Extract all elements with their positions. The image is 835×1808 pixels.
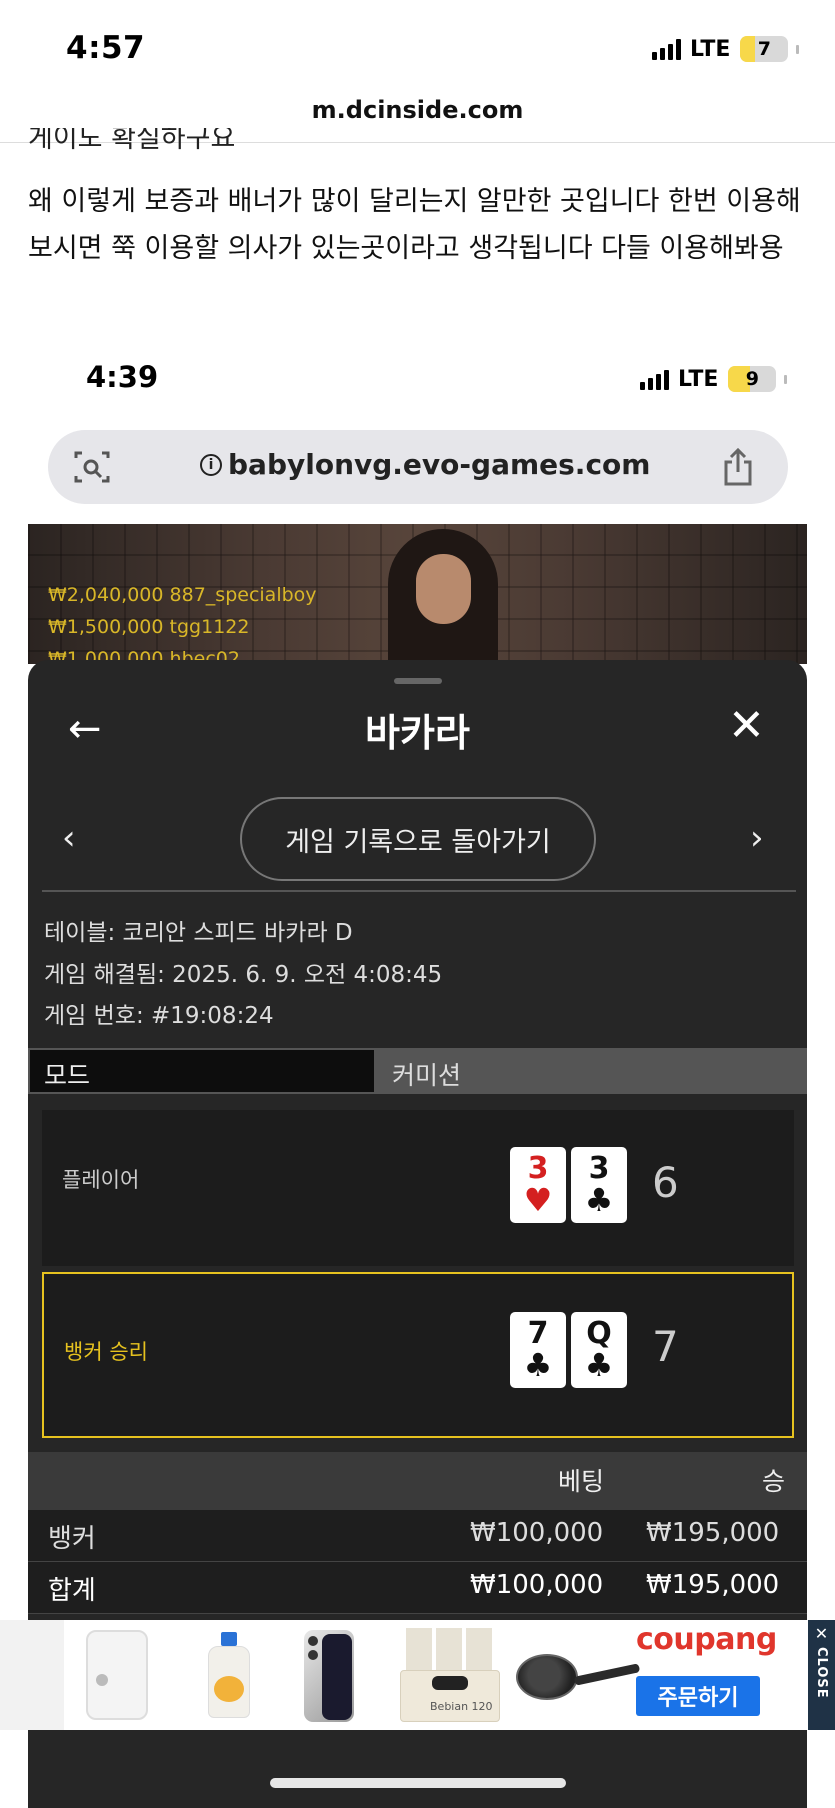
- status-time: 4:57: [66, 30, 146, 66]
- bet-column-header: 베팅: [558, 1467, 605, 1496]
- post-body-text: 왜 이렇게 보증과 배너가 많이 달리는지 알만한 곳입니다 한번 이용해보시면…: [28, 186, 801, 264]
- info-icon: i: [200, 453, 222, 476]
- panel-title: 바카라: [365, 711, 470, 755]
- embedded-battery-icon: 9: [728, 366, 777, 392]
- product-fridge-image: [86, 1630, 148, 1720]
- banker-card-2: Q ♣: [571, 1312, 627, 1388]
- back-to-history-button[interactable]: 게임 기록으로 돌아가기: [240, 797, 596, 881]
- embedded-battery-level: 9: [745, 368, 760, 390]
- player-card-1: 3 ♥: [510, 1147, 566, 1223]
- winner-entry: ₩1,500,000 tgg1122: [48, 616, 250, 638]
- player-row: [42, 1110, 794, 1266]
- banker-row: [42, 1272, 794, 1438]
- player-label: 플레이어: [62, 1168, 140, 1192]
- winner-entry: ₩2,040,000 887_specialboy: [48, 584, 317, 606]
- banker-score: 7: [652, 1322, 679, 1371]
- live-video: ₩2,040,000 887_specialboy ₩1,500,000 tgg…: [28, 524, 807, 664]
- table-name: 테이블: 코리안 스피드 바카라 D: [44, 920, 353, 946]
- close-icon[interactable]: ✕: [728, 700, 765, 751]
- home-indicator[interactable]: [270, 1778, 566, 1788]
- order-button[interactable]: 주문하기: [636, 1676, 760, 1716]
- status-indicators: LTE 7: [652, 36, 800, 62]
- total-label: 합계: [48, 1576, 96, 1606]
- total-bet: ₩100,000: [470, 1570, 604, 1600]
- camera-search-icon[interactable]: [72, 448, 112, 486]
- divider: [42, 890, 796, 892]
- bet-type: 뱅커: [48, 1524, 96, 1554]
- embedded-signal-icon: [640, 368, 669, 390]
- post-text-fragment: 게이도 확실하구요: [28, 128, 236, 152]
- page-url[interactable]: m.dcinside.com: [0, 96, 835, 124]
- product-pan-image: [516, 1650, 646, 1706]
- embedded-status-indicators: LTE 9: [640, 366, 788, 392]
- tab-mode[interactable]: 모드: [30, 1050, 374, 1092]
- total-win: ₩195,000: [646, 1570, 780, 1600]
- win-column-header: 승: [762, 1467, 786, 1496]
- player-score: 6: [652, 1158, 679, 1207]
- tab-commission[interactable]: 커미션: [378, 1050, 806, 1092]
- banker-card-1: 7 ♣: [510, 1312, 566, 1388]
- share-icon[interactable]: [720, 446, 756, 488]
- bet-amount: ₩100,000: [470, 1518, 604, 1548]
- product-phone-image: [304, 1630, 354, 1722]
- address-text[interactable]: i babylonvg.evo-games.com: [200, 448, 650, 481]
- close-icon: ✕: [814, 1624, 829, 1643]
- game-number: 게임 번호: #19:08:24: [44, 1003, 274, 1029]
- screenshot-root: 4:57 LTE 7 m.dcinside.com 게이도 확실하구요 왜 이렇…: [0, 0, 835, 1808]
- coupang-logo: coupang: [636, 1622, 777, 1657]
- game-resolved-time: 게임 해결됨: 2025. 6. 9. 오전 4:08:45: [44, 962, 443, 988]
- player-card-2: 3 ♣: [571, 1147, 627, 1223]
- chevron-left-icon[interactable]: ‹: [62, 818, 76, 858]
- ad-close-button[interactable]: ✕ CLOSE: [808, 1620, 835, 1730]
- embedded-network-label: LTE: [678, 366, 719, 392]
- wipes-label: Bebian 120: [430, 1700, 493, 1713]
- ad-close-label: CLOSE: [814, 1647, 829, 1699]
- drag-handle[interactable]: [394, 678, 442, 684]
- embedded-status-time: 4:39: [86, 360, 159, 394]
- signal-icon: [652, 38, 681, 60]
- bets-table-header: [28, 1452, 807, 1510]
- banker-win-label: 뱅커 승리: [64, 1340, 148, 1364]
- win-amount: ₩195,000: [646, 1518, 780, 1548]
- product-detergent-image: [204, 1632, 254, 1718]
- chevron-right-icon[interactable]: ›: [750, 818, 764, 858]
- address-url: babylonvg.evo-games.com: [228, 448, 651, 481]
- battery-icon: 7: [740, 36, 789, 62]
- product-wipes-image: Bebian 120: [400, 1628, 500, 1724]
- battery-level: 7: [757, 38, 772, 60]
- network-label: LTE: [690, 36, 731, 62]
